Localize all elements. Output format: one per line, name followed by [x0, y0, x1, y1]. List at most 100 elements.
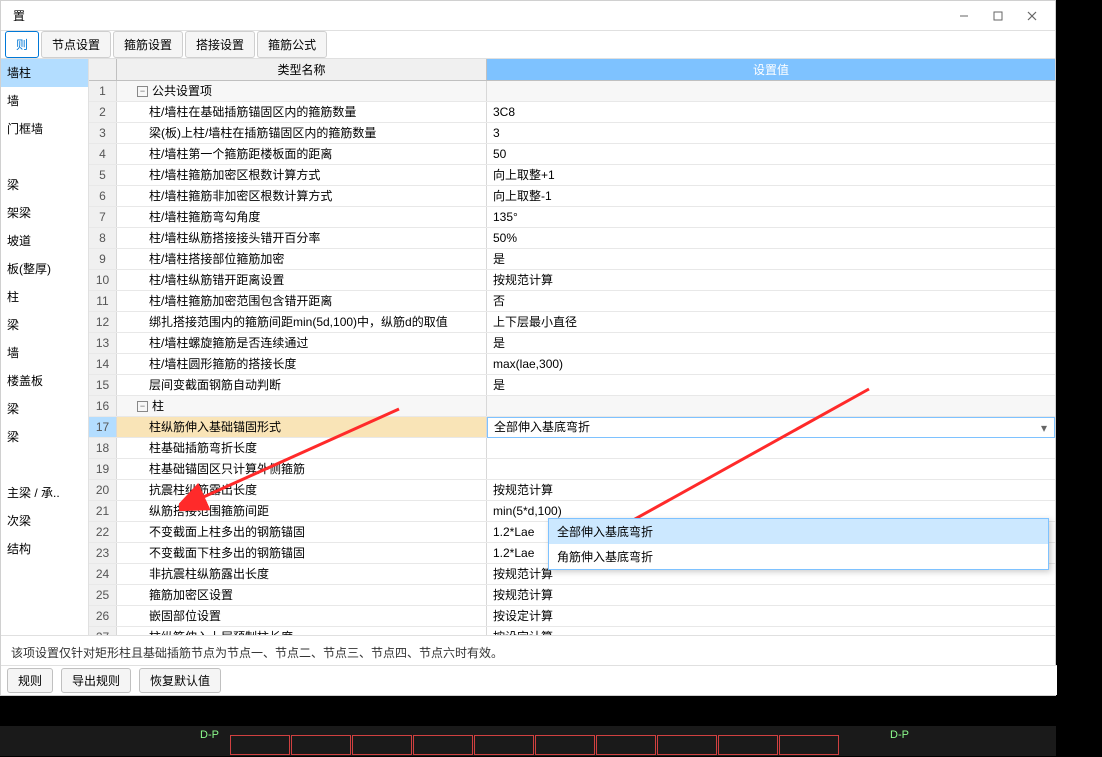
row-number: 9 [89, 249, 117, 269]
table-row[interactable]: 25箍筋加密区设置按规范计算 [89, 585, 1055, 606]
table-row[interactable]: 17柱纵筋伸入基础锚固形式全部伸入基底弯折▾ [89, 417, 1055, 438]
sidebar-item-1[interactable]: 墙 [1, 87, 88, 115]
table-row[interactable]: 16−柱 [89, 396, 1055, 417]
row-value[interactable]: max(lae,300) [487, 354, 1055, 374]
collapse-icon[interactable]: − [137, 86, 148, 97]
table-row[interactable]: 7柱/墙柱箍筋弯勾角度135° [89, 207, 1055, 228]
row-name: 不变截面下柱多出的钢筋锚固 [117, 543, 487, 563]
row-name: 纵筋搭接范围箍筋间距 [117, 501, 487, 521]
footer-button-2[interactable]: 恢复默认值 [139, 668, 221, 693]
tab-2[interactable]: 箍筋设置 [113, 31, 183, 58]
row-name: 柱/墙柱在基础插筋锚固区内的箍筋数量 [117, 102, 487, 122]
row-value[interactable]: 3 [487, 123, 1055, 143]
tab-0[interactable]: 则 [5, 31, 39, 58]
row-name: 绑扎搭接范围内的箍筋间距min(5d,100)中，纵筋d的取值 [117, 312, 487, 332]
maximize-button[interactable] [983, 4, 1013, 28]
table-row[interactable]: 8柱/墙柱纵筋搭接接头错开百分率50% [89, 228, 1055, 249]
row-name: 柱/墙柱箍筋加密区根数计算方式 [117, 165, 487, 185]
row-name: −柱 [117, 396, 487, 416]
row-value[interactable] [487, 459, 1055, 479]
sidebar-item-4[interactable]: 梁 [1, 171, 88, 199]
sidebar-item-11[interactable]: 楼盖板 [1, 367, 88, 395]
dropdown-option-1[interactable]: 角筋伸入基底弯折 [549, 544, 1048, 569]
table-row[interactable]: 18柱基础插筋弯折长度 [89, 438, 1055, 459]
col-number-header [89, 59, 117, 80]
sidebar-item-8[interactable]: 柱 [1, 283, 88, 311]
table-row[interactable]: 2柱/墙柱在基础插筋锚固区内的箍筋数量3C8 [89, 102, 1055, 123]
row-name: 柱纵筋伸入基础锚固形式 [117, 417, 487, 437]
row-value[interactable]: 向上取整+1 [487, 165, 1055, 185]
table-row[interactable]: 20抗震柱纵筋露出长度按规范计算 [89, 480, 1055, 501]
sidebar-item-12[interactable]: 梁 [1, 395, 88, 423]
table-row[interactable]: 11柱/墙柱箍筋加密范围包含错开距离否 [89, 291, 1055, 312]
close-button[interactable] [1017, 4, 1047, 28]
dropdown-option-0[interactable]: 全部伸入基底弯折 [549, 519, 1048, 544]
table-row[interactable]: 26嵌固部位设置按设定计算 [89, 606, 1055, 627]
row-value[interactable]: 按设定计算 [487, 627, 1055, 635]
row-number: 10 [89, 270, 117, 290]
row-value[interactable]: 上下层最小直径 [487, 312, 1055, 332]
combo-dropdown[interactable]: 全部伸入基底弯折角筋伸入基底弯折 [548, 518, 1049, 570]
table-row[interactable]: 5柱/墙柱箍筋加密区根数计算方式向上取整+1 [89, 165, 1055, 186]
tab-1[interactable]: 节点设置 [41, 31, 111, 58]
table-row[interactable]: 6柱/墙柱箍筋非加密区根数计算方式向上取整-1 [89, 186, 1055, 207]
row-name: 柱/墙柱箍筋弯勾角度 [117, 207, 487, 227]
chevron-down-icon[interactable]: ▾ [1036, 420, 1052, 436]
table-row[interactable]: 15层间变截面钢筋自动判断是 [89, 375, 1055, 396]
row-value[interactable]: 向上取整-1 [487, 186, 1055, 206]
row-value[interactable]: 3C8 [487, 102, 1055, 122]
row-value[interactable]: 按设定计算 [487, 606, 1055, 626]
table-row[interactable]: 3梁(板)上柱/墙柱在插筋锚固区内的箍筋数量3 [89, 123, 1055, 144]
footer-button-1[interactable]: 导出规则 [61, 668, 131, 693]
table-row[interactable]: 13柱/墙柱螺旋箍筋是否连续通过是 [89, 333, 1055, 354]
sidebar-item-0[interactable]: 墙柱 [1, 59, 88, 87]
sidebar-item-7[interactable]: 板(整厚) [1, 255, 88, 283]
sidebar-item-18[interactable] [1, 563, 88, 591]
row-value[interactable]: 是 [487, 375, 1055, 395]
tab-4[interactable]: 箍筋公式 [257, 31, 327, 58]
row-name: 柱基础锚固区只计算外侧箍筋 [117, 459, 487, 479]
row-name: 柱/墙柱纵筋搭接接头错开百分率 [117, 228, 487, 248]
sidebar-item-10[interactable]: 墙 [1, 339, 88, 367]
row-value[interactable]: 是 [487, 333, 1055, 353]
row-value[interactable]: 否 [487, 291, 1055, 311]
table-row[interactable]: 4柱/墙柱第一个箍筋距楼板面的距离50 [89, 144, 1055, 165]
sidebar-item-15[interactable]: 主梁 / 承.. [1, 479, 88, 507]
table-row[interactable]: 14柱/墙柱圆形箍筋的搭接长度max(lae,300) [89, 354, 1055, 375]
sidebar-item-13[interactable]: 梁 [1, 423, 88, 451]
sidebar-item-16[interactable]: 次梁 [1, 507, 88, 535]
table-row[interactable]: 27柱纵筋伸入上层预制柱长度按设定计算 [89, 627, 1055, 635]
collapse-icon[interactable]: − [137, 401, 148, 412]
table-row[interactable]: 1−公共设置项 [89, 81, 1055, 102]
row-value[interactable]: 按规范计算 [487, 270, 1055, 290]
row-value[interactable]: 全部伸入基底弯折▾ [487, 417, 1055, 437]
table-row[interactable]: 10柱/墙柱纵筋错开距离设置按规范计算 [89, 270, 1055, 291]
row-value[interactable]: 50 [487, 144, 1055, 164]
row-value[interactable] [487, 396, 1055, 416]
row-value[interactable]: 按规范计算 [487, 480, 1055, 500]
row-value[interactable]: 按规范计算 [487, 585, 1055, 605]
row-value[interactable]: 135° [487, 207, 1055, 227]
table-row[interactable]: 9柱/墙柱搭接部位箍筋加密是 [89, 249, 1055, 270]
table-row[interactable]: 19柱基础锚固区只计算外侧箍筋 [89, 459, 1055, 480]
sidebar-item-9[interactable]: 梁 [1, 311, 88, 339]
row-value[interactable] [487, 438, 1055, 458]
row-name: 柱/墙柱搭接部位箍筋加密 [117, 249, 487, 269]
tab-3[interactable]: 搭接设置 [185, 31, 255, 58]
combo-box[interactable]: 全部伸入基底弯折▾ [487, 417, 1055, 438]
sidebar-item-2[interactable]: 门框墙 [1, 115, 88, 143]
row-name: 抗震柱纵筋露出长度 [117, 480, 487, 500]
sidebar-item-17[interactable]: 结构 [1, 535, 88, 563]
table-row[interactable]: 12绑扎搭接范围内的箍筋间距min(5d,100)中，纵筋d的取值上下层最小直径 [89, 312, 1055, 333]
sidebar-item-6[interactable]: 坡道 [1, 227, 88, 255]
sidebar-item-3[interactable] [1, 143, 88, 171]
window-title: 置 [9, 7, 25, 24]
sidebar-item-14[interactable] [1, 451, 88, 479]
row-value[interactable] [487, 81, 1055, 101]
sidebar-item-5[interactable]: 架梁 [1, 199, 88, 227]
row-name: 柱基础插筋弯折长度 [117, 438, 487, 458]
row-value[interactable]: 50% [487, 228, 1055, 248]
footer-button-0[interactable]: 规则 [7, 668, 53, 693]
row-value[interactable]: 是 [487, 249, 1055, 269]
minimize-button[interactable] [949, 4, 979, 28]
